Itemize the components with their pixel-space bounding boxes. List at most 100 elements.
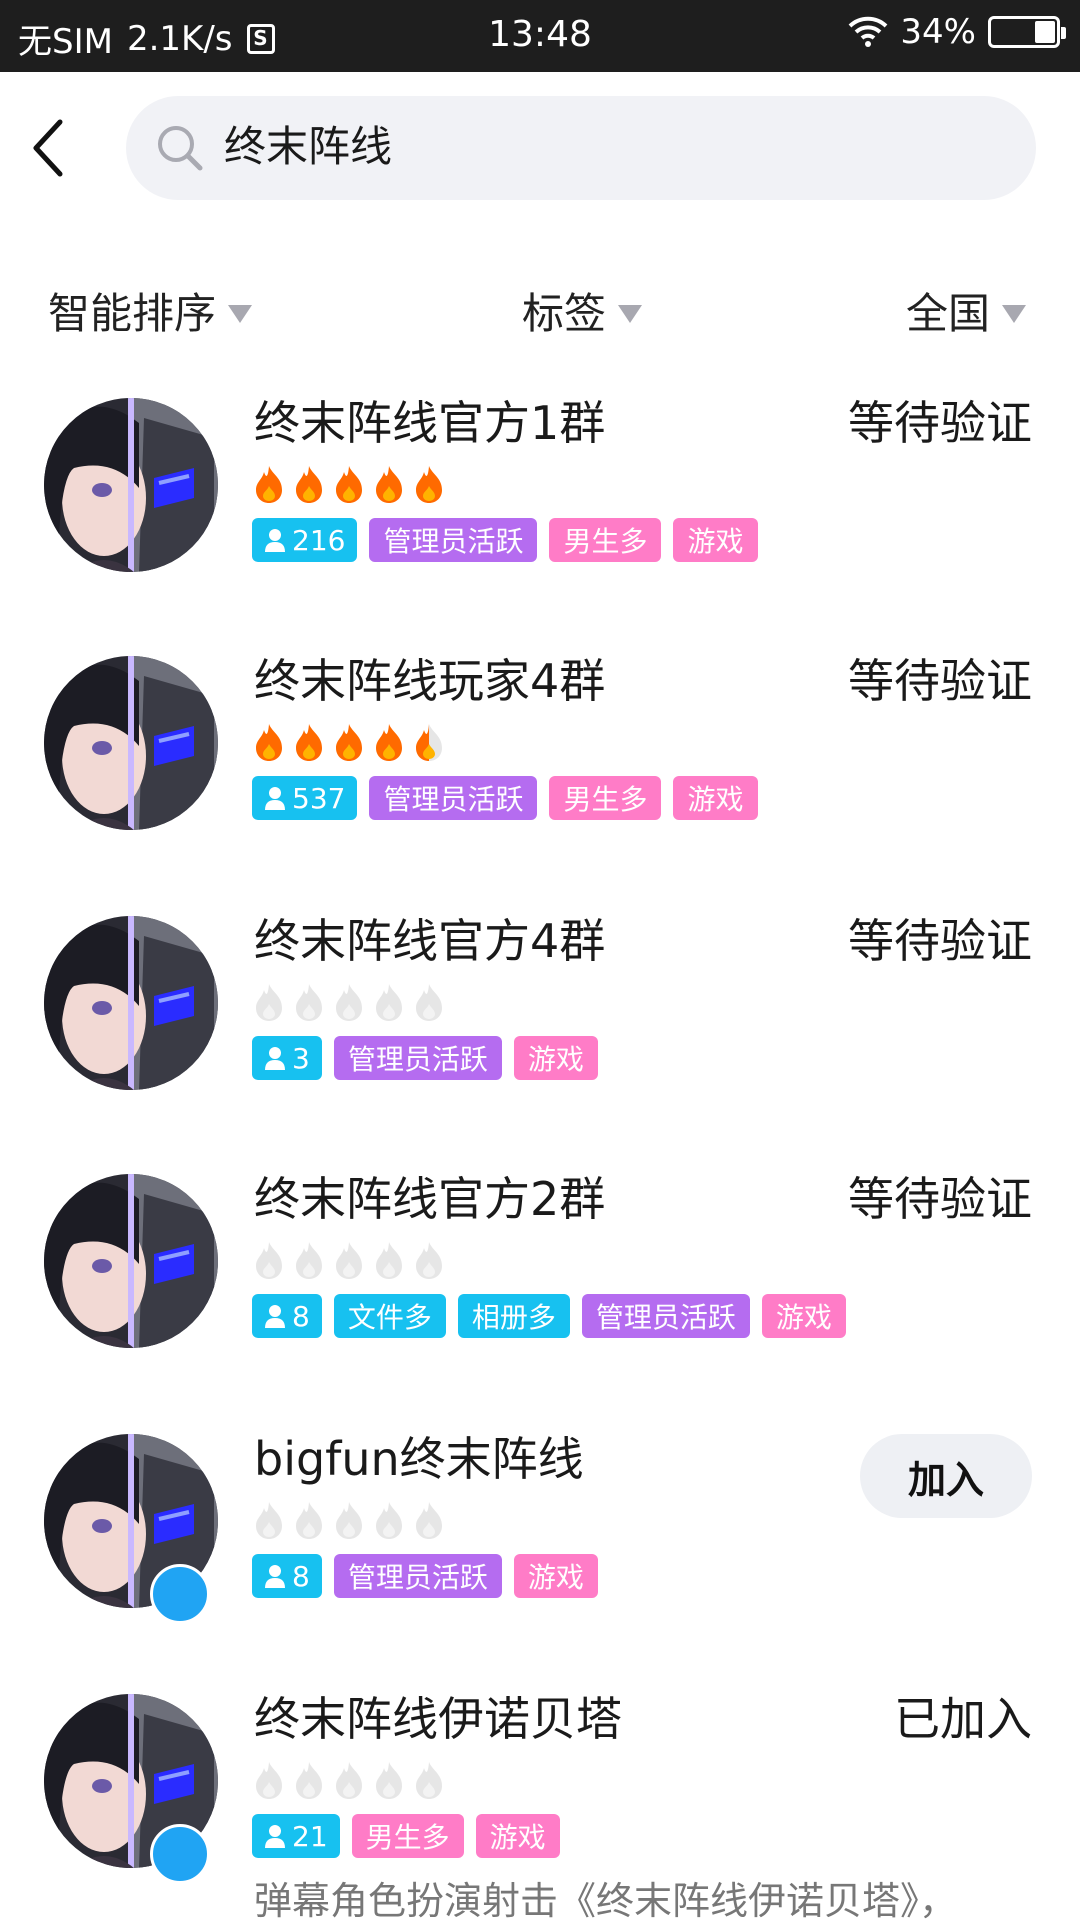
group-tag: 游戏 — [475, 1814, 560, 1858]
activity-flames — [252, 1240, 446, 1280]
flame-empty-icon — [296, 984, 322, 1021]
filter-region-label: 全国 — [906, 289, 991, 338]
flame-icon — [296, 724, 322, 761]
flame-icon — [336, 724, 362, 761]
group-tag: 管理员活跃 — [369, 776, 538, 820]
flame-empty-icon — [336, 984, 362, 1021]
group-status: 等待验证 — [848, 654, 1032, 708]
tag-list: 8 文件多 相册多 管理员活跃 游戏 — [252, 1294, 846, 1338]
member-count: 8 — [292, 1299, 310, 1333]
group-tag: 相册多 — [457, 1294, 570, 1338]
flame-empty-icon — [416, 1502, 442, 1539]
group-description: 弹幕角色扮演射击《终末阵线伊诺贝塔》， — [254, 1879, 958, 1920]
flame-icon — [416, 466, 442, 503]
member-count-tag: 3 — [252, 1036, 322, 1080]
person-icon — [265, 1825, 285, 1848]
group-tag: 游戏 — [513, 1036, 598, 1080]
group-tag: 男生多 — [351, 1814, 464, 1858]
group-status: 已加入 — [894, 1692, 1032, 1746]
group-avatar[interactable] — [44, 1174, 218, 1348]
group-result-row[interactable]: 终末阵线官方2群 等待验证 8 文件多 相册多 管理员活跃 游戏 — [0, 1172, 1080, 1434]
group-tag: 管理员活跃 — [369, 518, 538, 562]
member-count-tag: 8 — [252, 1554, 322, 1598]
flame-empty-icon — [416, 1762, 442, 1799]
person-icon — [265, 529, 285, 552]
flame-empty-icon — [296, 1242, 322, 1279]
flame-empty-icon — [376, 1502, 402, 1539]
avatar-image — [44, 1174, 218, 1348]
group-tag: 游戏 — [761, 1294, 846, 1338]
activity-flames — [252, 464, 446, 504]
flame-icon — [256, 466, 282, 503]
flame-icon — [296, 466, 322, 503]
group-avatar[interactable] — [44, 916, 218, 1090]
tag-list: 537 管理员活跃 男生多 游戏 — [252, 776, 758, 820]
group-tag: 管理员活跃 — [333, 1036, 502, 1080]
group-tag: 男生多 — [549, 776, 662, 820]
search-icon — [158, 126, 203, 171]
member-count: 3 — [292, 1041, 310, 1075]
group-name: 终末阵线官方1群 — [254, 396, 606, 450]
flame-empty-icon — [256, 1762, 282, 1799]
flame-empty-icon — [296, 1762, 322, 1799]
battery-fill — [1035, 21, 1055, 43]
filter-sort-label: 智能排序 — [48, 289, 217, 338]
group-result-row[interactable]: 终末阵线玩家4群 等待验证 537 管理员活跃 男生多 游戏 — [0, 654, 1080, 916]
flame-icon — [416, 724, 442, 761]
member-count-tag: 8 — [252, 1294, 322, 1338]
group-name: 终末阵线伊诺贝塔 — [254, 1692, 622, 1746]
avatar-image — [44, 916, 218, 1090]
battery-percent: 34% — [900, 12, 976, 52]
activity-flames — [252, 722, 446, 762]
group-avatar[interactable] — [44, 656, 218, 830]
official-badge-icon — [150, 1564, 210, 1624]
group-tag: 文件多 — [333, 1294, 446, 1338]
official-badge-icon — [150, 1824, 210, 1884]
tag-list: 21 男生多 游戏 — [252, 1814, 560, 1858]
avatar-image — [44, 398, 218, 572]
flame-empty-icon — [376, 1242, 402, 1279]
member-count: 8 — [292, 1559, 310, 1593]
flame-icon — [336, 466, 362, 503]
person-icon — [265, 787, 285, 810]
group-name: 终末阵线官方4群 — [254, 914, 606, 968]
flame-empty-icon — [416, 1242, 442, 1279]
search-input[interactable]: 终末阵线 — [126, 96, 1036, 200]
group-result-row[interactable]: 终末阵线伊诺贝塔 已加入 21 男生多 游戏 弹幕角色扮演射击《终末阵线伊诺贝塔… — [0, 1692, 1080, 1920]
group-result-row[interactable]: 终末阵线官方1群 等待验证 216 管理员活跃 男生多 游戏 — [0, 396, 1080, 658]
status-right: 34% — [848, 12, 1066, 52]
group-avatar[interactable] — [44, 398, 218, 572]
flame-empty-icon — [296, 1502, 322, 1539]
group-result-row[interactable]: 终末阵线官方4群 等待验证 3 管理员活跃 游戏 — [0, 914, 1080, 1176]
search-query: 终末阵线 — [224, 122, 393, 171]
member-count-tag: 21 — [252, 1814, 340, 1858]
filter-sort[interactable]: 智能排序 — [48, 280, 253, 341]
join-button[interactable]: 加入 — [860, 1434, 1032, 1518]
triangle-down-icon — [1002, 304, 1027, 323]
back-button[interactable] — [18, 112, 78, 184]
group-status: 等待验证 — [848, 396, 1032, 450]
battery-icon — [988, 16, 1066, 48]
member-count-tag: 537 — [252, 776, 358, 820]
filter-bar: 智能排序 标签 全国 — [0, 280, 1080, 344]
triangle-down-icon — [618, 304, 643, 323]
chevron-left-icon — [33, 119, 63, 177]
flame-empty-icon — [336, 1762, 362, 1799]
group-tag: 男生多 — [549, 518, 662, 562]
member-count: 21 — [292, 1819, 328, 1853]
flame-empty-icon — [376, 1762, 402, 1799]
group-result-row[interactable]: bigfun终末阵线 加入 8 管理员活跃 游戏 — [0, 1432, 1080, 1694]
flame-empty-icon — [336, 1502, 362, 1539]
member-count: 537 — [292, 781, 346, 815]
group-name: 终末阵线官方2群 — [254, 1172, 606, 1226]
activity-flames — [252, 1500, 446, 1540]
filter-region[interactable]: 全国 — [906, 280, 1027, 341]
person-icon — [265, 1047, 285, 1070]
group-tag: 管理员活跃 — [581, 1294, 750, 1338]
flame-empty-icon — [256, 1242, 282, 1279]
flame-empty-icon — [336, 1242, 362, 1279]
group-tag: 游戏 — [673, 776, 758, 820]
tag-list: 8 管理员活跃 游戏 — [252, 1554, 598, 1598]
member-count-tag: 216 — [252, 518, 358, 562]
filter-tag[interactable]: 标签 — [522, 280, 643, 341]
